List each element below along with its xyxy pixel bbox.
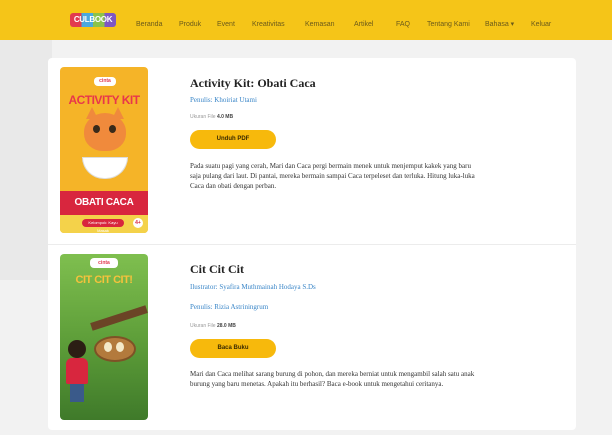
book-author[interactable]: Penulis: Rizia Astriningrum xyxy=(190,303,268,311)
branch-illustration xyxy=(90,305,148,331)
nav-item-produk[interactable]: Produk xyxy=(179,21,201,29)
book-card: cinta ACTIVITY KIT OBATI CACA Kelompok: … xyxy=(48,58,576,244)
book-illustrator[interactable]: Ilustrator: Syafira Muthmainah Hodaya S.… xyxy=(190,283,316,291)
kid-legs-illustration xyxy=(70,384,84,402)
kid-head-illustration xyxy=(68,340,86,358)
nav-item-bahasa-dropdown[interactable]: Bahasa ▾ xyxy=(485,21,514,29)
cover-logo: cinta xyxy=(94,77,116,86)
top-navbar: CULBOOK Beranda Produk Event Kreativitas… xyxy=(0,0,612,40)
book-description: Mari dan Caca melihat sarang burung di p… xyxy=(190,370,475,388)
egg-illustration xyxy=(104,342,112,352)
nav-item-keluar[interactable]: Keluar xyxy=(531,21,551,29)
book-title: Activity Kit: Obati Caca xyxy=(190,76,316,90)
egg-illustration xyxy=(116,342,124,352)
file-size-label: Ukuran File xyxy=(190,114,216,120)
site-logo[interactable]: CULBOOK xyxy=(70,13,116,27)
nav-item-faq[interactable]: FAQ xyxy=(396,21,410,29)
cat-eye-left xyxy=(93,125,100,133)
bowl-illustration xyxy=(82,157,128,179)
cover-title: CIT CIT CIT! xyxy=(75,274,133,286)
book-description: Pada suatu pagi yang cerah, Mari dan Cac… xyxy=(190,162,475,190)
nav-item-event[interactable]: Event xyxy=(217,21,235,29)
file-size: Ukuran File 4.0 MB xyxy=(190,114,233,120)
file-size: Ukuran File 28.0 MB xyxy=(190,323,236,329)
cover-logo: cinta xyxy=(90,258,118,268)
read-book-button[interactable]: Baca Buku xyxy=(190,339,276,358)
cover-banner: OBATI CACA xyxy=(60,191,148,215)
book-cover-image[interactable]: cinta CIT CIT CIT! xyxy=(60,254,148,420)
book-author[interactable]: Penulis: Khoiriat Utami xyxy=(190,96,257,104)
nav-item-beranda[interactable]: Beranda xyxy=(136,21,162,29)
nav-item-artikel[interactable]: Artikel xyxy=(354,21,373,29)
nav-item-kemasan[interactable]: Kemasan xyxy=(305,21,335,29)
nav-item-kreativitas[interactable]: Kreativitas xyxy=(252,21,285,29)
download-pdf-button[interactable]: Unduh PDF xyxy=(190,130,276,149)
book-cover-image[interactable]: cinta ACTIVITY KIT OBATI CACA Kelompok: … xyxy=(60,67,148,233)
file-size-value: 28.0 MB xyxy=(216,323,236,329)
age-badge: 4+ xyxy=(133,218,143,228)
file-size-value: 4.0 MB xyxy=(216,114,234,120)
file-size-label: Ukuran File xyxy=(190,323,216,329)
nest-illustration xyxy=(94,336,136,362)
cover-title: ACTIVITY KIT xyxy=(68,93,140,107)
nav-item-tentang-kami[interactable]: Tentang Kami xyxy=(427,21,470,29)
book-title: Cit Cit Cit xyxy=(190,262,244,276)
cat-illustration xyxy=(84,113,126,151)
side-panel-background xyxy=(0,40,52,280)
book-card: cinta CIT CIT CIT! Cit Cit Cit Ilustrato… xyxy=(48,244,576,430)
cat-eye-right xyxy=(109,125,116,133)
kid-body-illustration xyxy=(66,358,88,384)
cover-footer-pill: Kelompok: Kayu Masak xyxy=(82,219,124,233)
